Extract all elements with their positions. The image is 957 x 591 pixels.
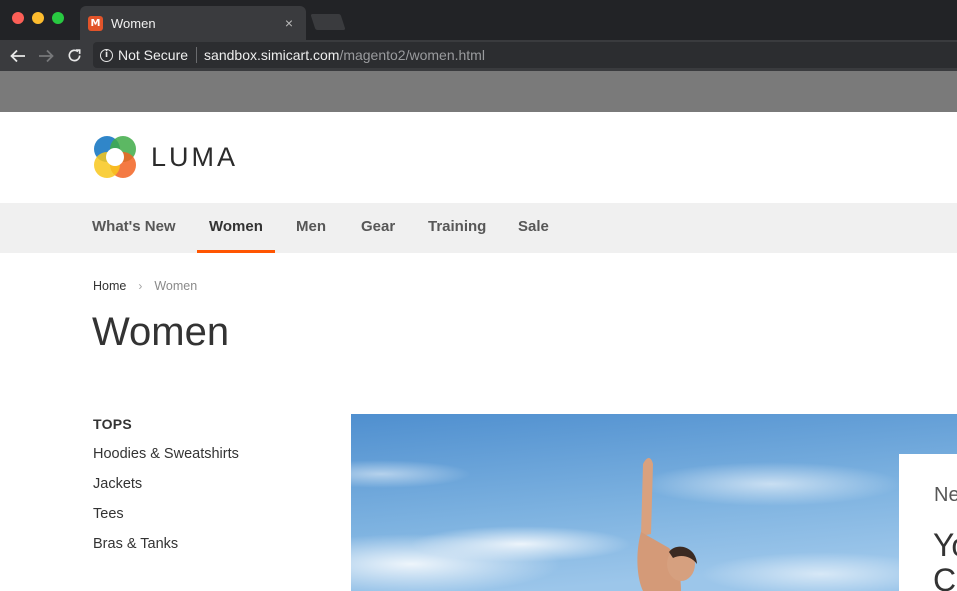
- nav-women[interactable]: Women: [197, 203, 275, 253]
- nav-men[interactable]: Men: [284, 203, 338, 253]
- security-label[interactable]: Not Secure: [118, 47, 188, 63]
- site-header: LUMA: [0, 112, 957, 203]
- logo-text[interactable]: LUMA: [151, 142, 238, 173]
- nav-whats-new[interactable]: What's New: [80, 203, 188, 253]
- magento-icon: M: [88, 15, 103, 31]
- breadcrumb-home-link[interactable]: Home: [93, 279, 126, 293]
- promo-text-line3: C: [933, 562, 957, 591]
- maximize-window-button[interactable]: [52, 12, 64, 24]
- reload-icon[interactable]: [63, 40, 85, 71]
- url-host: sandbox.simicart.com: [204, 47, 340, 63]
- nav-sale[interactable]: Sale: [506, 203, 561, 253]
- tab-title: Women: [111, 15, 156, 31]
- sidebar-link-hoodies-sweatshirts[interactable]: Hoodies & Sweatshirts: [93, 446, 239, 462]
- sidebar-heading-tops: TOPS: [93, 416, 133, 432]
- nav-training[interactable]: Training: [416, 203, 498, 253]
- browser-titlebar: M Women ×: [0, 0, 957, 40]
- back-arrow-icon[interactable]: [7, 40, 29, 71]
- minimize-window-button[interactable]: [32, 12, 44, 24]
- breadcrumb-current: Women: [154, 279, 198, 293]
- sidebar-link-jackets[interactable]: Jackets: [93, 476, 142, 492]
- breadcrumb: Home › Women: [93, 279, 197, 293]
- hero-image: [351, 414, 957, 591]
- main-navigation: What's New Women Men Gear Training Sale: [0, 203, 957, 253]
- hero-banner[interactable]: Ne Yo C: [351, 414, 957, 591]
- info-icon[interactable]: i: [100, 48, 113, 62]
- new-tab-button[interactable]: [310, 14, 346, 30]
- tab-close-icon[interactable]: ×: [282, 15, 296, 31]
- promo-text-line1: Ne: [934, 484, 957, 506]
- forward-arrow-icon[interactable]: [35, 40, 57, 71]
- browser-tab-women[interactable]: M Women ×: [80, 6, 306, 40]
- nav-gear[interactable]: Gear: [349, 203, 407, 253]
- sidebar-link-tees[interactable]: Tees: [93, 506, 124, 522]
- page-top-band: [0, 71, 957, 112]
- sidebar-link-bras-tanks[interactable]: Bras & Tanks: [93, 536, 178, 552]
- close-window-button[interactable]: [12, 12, 24, 24]
- promo-text-line2: Yo: [933, 527, 957, 563]
- chevron-right-icon: ›: [138, 279, 143, 293]
- address-divider: [196, 47, 198, 63]
- url-path: /magento2/women.html: [339, 47, 485, 63]
- luma-logo-icon[interactable]: [92, 134, 138, 180]
- address-bar[interactable]: i Not Secure sandbox.simicart.com/magent…: [93, 42, 957, 68]
- page-title: Women: [92, 310, 230, 354]
- browser-toolbar: i Not Secure sandbox.simicart.com/magent…: [0, 40, 957, 71]
